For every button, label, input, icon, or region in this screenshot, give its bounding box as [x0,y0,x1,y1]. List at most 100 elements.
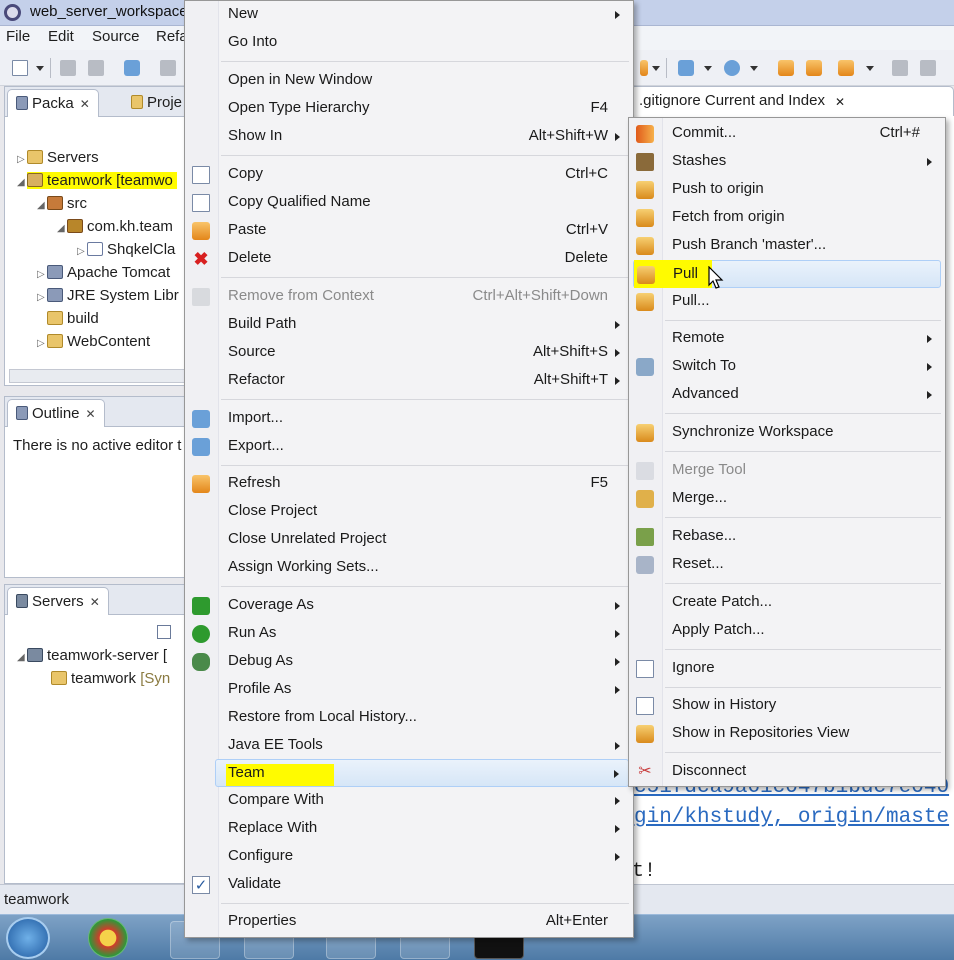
team-item-switch-to[interactable]: Switch To [629,353,945,381]
team-item-commit[interactable]: Commit... Ctrl+# [629,120,945,148]
menu-item-run-as[interactable]: Run As [185,620,633,648]
menu-item-remove-from-context[interactable]: Remove from Context Ctrl+Alt+Shift+Down [185,283,633,311]
new-dropdown-arrow[interactable] [36,66,44,71]
team-item-advanced[interactable]: Advanced [629,381,945,409]
team-item-pull-dialog[interactable]: Pull... [629,288,945,316]
tree-item-servers[interactable]: ▷ Servers [17,149,99,166]
team-item-create-patch[interactable]: Create Patch... [629,589,945,617]
menu-item-export[interactable]: Export... [185,433,633,461]
menu-item-paste[interactable]: Paste Ctrl+V [185,217,633,245]
server-module-row[interactable]: teamwork [Syn [51,670,170,687]
menu-item-configure[interactable]: Configure [185,843,633,871]
menu-item-refactor[interactable]: Refactor Alt+Shift+T [185,367,633,395]
menu-item-go-into[interactable]: Go Into [185,29,633,57]
menu-item-open-new-window[interactable]: Open in New Window [185,67,633,95]
editor-line-refs[interactable]: gin/khstudy, origin/maste [634,806,949,829]
search-icon[interactable] [160,60,176,76]
team-item-rebase[interactable]: Rebase... [629,523,945,551]
new-icon[interactable] [12,60,28,76]
team-item-ignore[interactable]: Ignore [629,655,945,683]
new-server-icon[interactable] [678,60,694,76]
collapse-all-icon[interactable] [157,625,171,639]
team-item-reset[interactable]: Reset... [629,551,945,579]
team-item-fetch-origin[interactable]: Fetch from origin [629,204,945,232]
menu-item-refresh[interactable]: Refresh F5 [185,470,633,498]
menu-source[interactable]: Source [92,28,140,45]
menu-item-restore-local-history[interactable]: Restore from Local History... [185,704,633,732]
dropdown-arrow-d[interactable] [866,66,874,71]
menu-item-validate[interactable]: ✓ Validate [185,871,633,899]
tree-item-build[interactable]: build [37,310,99,327]
menu-item-source[interactable]: Source Alt+Shift+S [185,339,633,367]
disconnect-icon: ✂ [638,763,652,780]
menu-item-coverage-as[interactable]: Coverage As [185,592,633,620]
close-icon[interactable]: ✕ [80,97,90,111]
dropdown-arrow-b[interactable] [704,66,712,71]
team-item-disconnect[interactable]: ✂ Disconnect [629,758,945,786]
team-item-merge[interactable]: Merge... [629,485,945,513]
menu-item-import[interactable]: Import... [185,405,633,433]
close-icon[interactable]: ✕ [86,407,96,421]
annotation-next-icon[interactable] [920,60,936,76]
tab-servers[interactable]: Servers ✕ [7,587,109,615]
editor-tab[interactable]: .gitignore Current and Index ✕ [630,86,954,116]
save-icon[interactable] [60,60,76,76]
save-all-icon[interactable] [88,60,104,76]
chrome-icon[interactable] [88,918,128,958]
menu-item-close-project[interactable]: Close Project [185,498,633,526]
tab-project-explorer[interactable]: Proje [123,89,190,117]
menu-item-properties[interactable]: Properties Alt+Enter [185,908,633,936]
team-item-synchronize[interactable]: Synchronize Workspace [629,419,945,447]
dropdown-arrow-c[interactable] [750,66,758,71]
open-type-icon[interactable] [778,60,794,76]
toolbar-icon-a[interactable] [640,60,648,76]
tree-item-jre[interactable]: ▷ JRE System Libr [37,287,179,304]
menu-item-close-unrelated-project[interactable]: Close Unrelated Project [185,526,633,554]
run-config-icon[interactable] [724,60,740,76]
menu-item-team[interactable]: Team [215,759,629,787]
team-item-apply-patch[interactable]: Apply Patch... [629,617,945,645]
team-item-merge-tool[interactable]: Merge Tool [629,457,945,485]
tree-item-webcontent[interactable]: ▷ WebContent [37,333,150,350]
team-item-remote[interactable]: Remote [629,325,945,353]
tab-package-explorer[interactable]: Packa ✕ [7,89,99,117]
menu-item-show-in[interactable]: Show In Alt+Shift+W [185,123,633,151]
close-icon[interactable]: ✕ [835,95,845,109]
tree-item-src[interactable]: ◢ src [37,195,87,212]
menu-refactor[interactable]: Refa [156,28,188,45]
menu-item-open-type-hierarchy[interactable]: Open Type Hierarchy F4 [185,95,633,123]
tree-item-teamwork[interactable]: ◢ teamwork [teamwo [17,172,177,189]
menu-item-delete[interactable]: ✖ Delete Delete [185,245,633,273]
menu-item-build-path[interactable]: Build Path [185,311,633,339]
menu-item-profile-as[interactable]: Profile As [185,676,633,704]
menu-item-java-ee-tools[interactable]: Java EE Tools [185,732,633,760]
server-row[interactable]: ◢ teamwork-server [ [17,647,167,664]
team-item-stashes[interactable]: Stashes [629,148,945,176]
start-button-icon[interactable] [6,917,50,959]
menu-file[interactable]: File [6,28,30,45]
open-resource-icon[interactable] [806,60,822,76]
tree-item-java-file[interactable]: ▷ ShqkelCla [77,241,175,258]
team-item-show-repositories[interactable]: Show in Repositories View [629,720,945,748]
team-item-push-origin[interactable]: Push to origin [629,176,945,204]
annotation-icon[interactable] [892,60,908,76]
team-item-pull[interactable]: Pull [633,260,941,288]
tab-outline[interactable]: Outline ✕ [7,399,105,427]
menu-item-compare-with[interactable]: Compare With [185,787,633,815]
tree-item-tomcat[interactable]: ▷ Apache Tomcat [37,264,170,281]
menu-item-copy[interactable]: Copy Ctrl+C [185,161,633,189]
tree-item-package[interactable]: ◢ com.kh.team [57,218,173,235]
menu-item-copy-qualified-name[interactable]: Copy Qualified Name [185,189,633,217]
menu-edit[interactable]: Edit [48,28,74,45]
close-icon[interactable]: ✕ [90,595,100,609]
team-item-push-branch[interactable]: Push Branch 'master'... [629,232,945,260]
horizontal-scrollbar[interactable] [9,369,185,383]
menu-item-new[interactable]: New [185,1,633,29]
menu-item-assign-working-sets[interactable]: Assign Working Sets... [185,554,633,582]
task-icon[interactable] [838,60,854,76]
dropdown-arrow-a[interactable] [652,66,660,71]
console-icon[interactable] [124,60,140,76]
team-item-show-history[interactable]: Show in History [629,692,945,720]
menu-item-replace-with[interactable]: Replace With [185,815,633,843]
menu-item-debug-as[interactable]: Debug As [185,648,633,676]
